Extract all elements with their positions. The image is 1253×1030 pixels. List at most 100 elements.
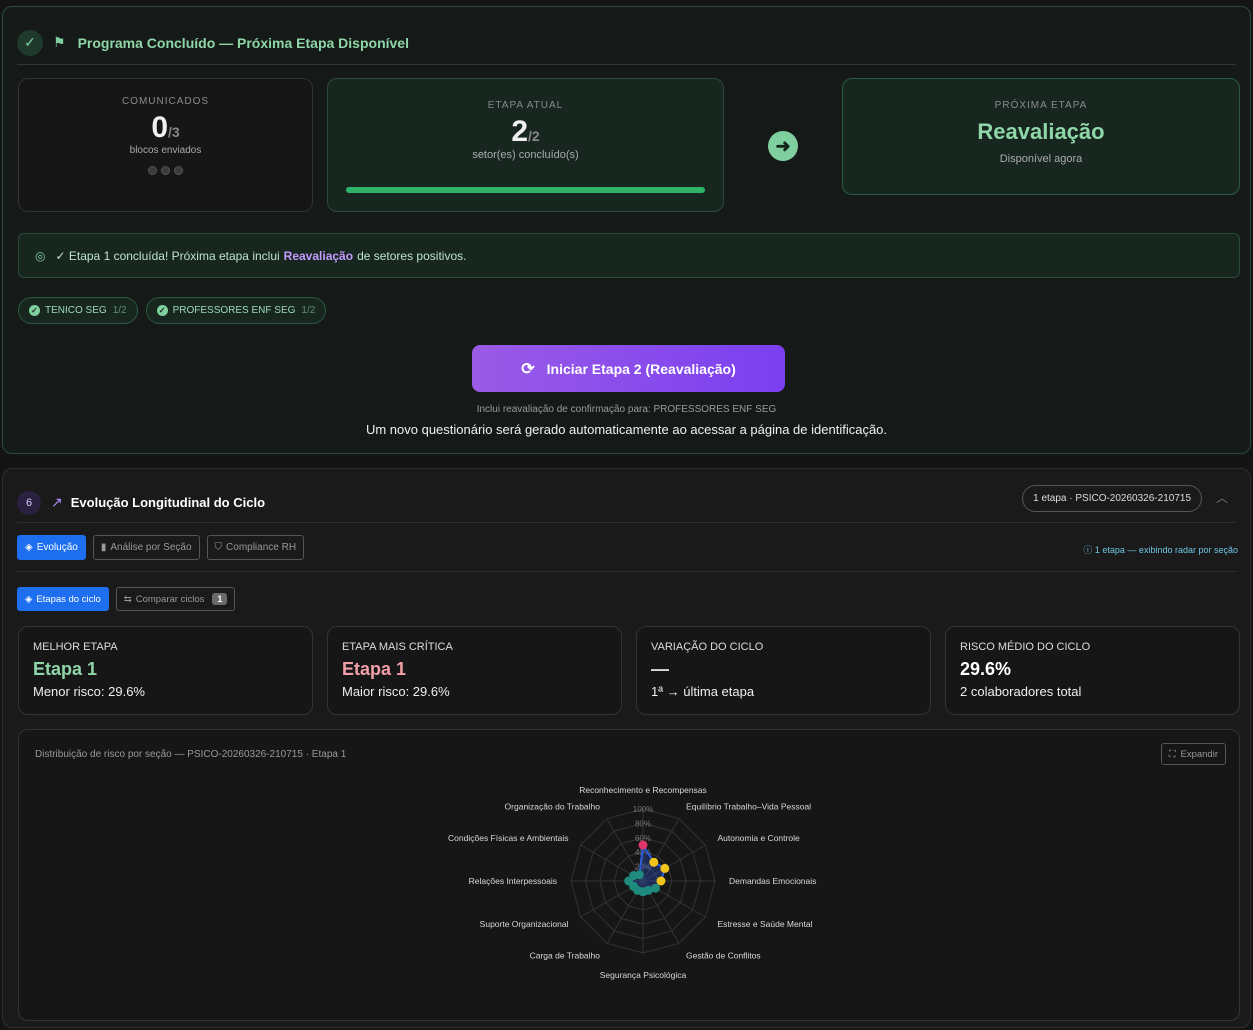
- stat-value: Etapa 1: [33, 659, 98, 679]
- stat-variacao-ciclo: VARIAÇÃO DO CICLO — 1ª → última etapa: [636, 626, 931, 715]
- radar-axis-label: Condições Físicas e Ambientais: [448, 833, 568, 843]
- comunicados-sub: blocos enviados: [129, 145, 202, 156]
- dot: [148, 166, 157, 175]
- layers-icon: ◈: [25, 542, 33, 553]
- divider: [17, 571, 1236, 572]
- dot: [161, 166, 170, 175]
- chevron-up-icon[interactable]: ︿: [1216, 489, 1228, 506]
- check-circle-icon: ◎: [35, 248, 46, 263]
- radar-axis-label: Suporte Organizacional: [480, 919, 569, 929]
- radar-tick-label: 100%: [633, 805, 653, 814]
- check-icon: ✓: [156, 305, 168, 316]
- radar-point: [649, 857, 659, 867]
- stat-sub: Menor risco: 29.6%: [33, 684, 145, 699]
- notice-highlight: Reavaliação: [283, 248, 354, 263]
- etapa-atual-sub: setor(es) concluído(s): [472, 149, 579, 161]
- layers-icon: ◈: [25, 593, 33, 605]
- radar-point: [660, 863, 670, 873]
- chip-label: TENICO SEG: [45, 305, 107, 316]
- radar-axis-label: Equilíbrio Trabalho–Vida Pessoal: [686, 802, 811, 812]
- radar-chart-card: Distribuição de risco por seção — PSICO-…: [18, 729, 1240, 1021]
- section-header[interactable]: 6 ↗ Evolução Longitudinal do Ciclo 1 eta…: [17, 483, 1236, 523]
- program-status-panel: ✓ ⚑ Programa Concluído — Próxima Etapa D…: [2, 6, 1251, 454]
- refresh-icon: ⟳: [521, 360, 535, 378]
- stat-sub: 1ª → última etapa: [651, 684, 755, 699]
- flag-icon: ⚑: [53, 34, 66, 50]
- radar-axis-label: Segurança Psicológica: [600, 970, 687, 980]
- tab-label: Compliance RH: [226, 542, 297, 553]
- radar-axis-label: Carga de Trabalho: [530, 950, 601, 960]
- comunicados-label: COMUNICADOS: [121, 96, 210, 107]
- check-icon: ✓: [17, 29, 43, 56]
- radar-axis-label: Autonomia e Controle: [717, 833, 799, 843]
- tab-compliance-rh[interactable]: ⛉ Compliance RH: [206, 535, 305, 560]
- check-icon: ✓: [29, 305, 40, 316]
- radar-axis-label: Demandas Emocionais: [729, 876, 816, 886]
- etapa-total: /2: [528, 128, 540, 144]
- sub-tabs: ◈ Etapas do ciclo ⇆ Comparar ciclos 1: [17, 587, 236, 611]
- bar-chart-icon: ▮: [100, 542, 107, 553]
- tab-etapas-ciclo[interactable]: ◈ Etapas do ciclo: [17, 587, 109, 611]
- info-text: 1 etapa — exibindo radar por seção: [1094, 545, 1238, 555]
- sector-chip: ✓ TENICO SEG 1/2: [18, 297, 138, 324]
- stat-title: MELHOR ETAPA: [33, 641, 118, 653]
- view-tabs: ◈ Evolução ▮ Análise por Seção ⛉ Compliance…: [17, 535, 305, 560]
- section-title: Evolução Longitudinal do Ciclo: [70, 495, 266, 510]
- chip-fraction: 1/2: [112, 305, 127, 316]
- etapa-count: 2: [511, 115, 528, 148]
- etapa-atual-value: 2/2: [328, 115, 723, 149]
- radar-point: [656, 876, 666, 886]
- info-icon: ⓘ: [1083, 545, 1095, 555]
- chip-fraction: 1/2: [301, 305, 316, 316]
- etapa-badge: 1 etapa · PSICO-20260326-210715: [1022, 485, 1202, 512]
- radar-tick-label: 80%: [635, 819, 651, 828]
- tab-label: Evolução: [36, 542, 78, 553]
- radar-info: ⓘ 1 etapa — exibindo radar por seção: [1083, 543, 1238, 556]
- dot: [174, 166, 183, 175]
- arrow-right-icon[interactable]: ➜: [768, 131, 798, 161]
- radar-point: [638, 840, 648, 850]
- stat-value: Etapa 1: [342, 659, 407, 679]
- progress-fill: [346, 187, 705, 193]
- radar-axis-label: Relações Interpessoais: [469, 876, 557, 886]
- start-etapa-button[interactable]: ⟳ Iniciar Etapa 2 (Reavaliação): [472, 345, 785, 392]
- etapa-progress-bar: [346, 187, 705, 193]
- comunicados-value: 0/3: [19, 111, 312, 145]
- proxima-title: Reavaliação: [977, 119, 1105, 144]
- etapa-atual-label: ETAPA ATUAL: [487, 100, 564, 111]
- subtab-label: Etapas do ciclo: [36, 593, 101, 605]
- radar-axis-label: Organização do Trabalho: [505, 802, 601, 812]
- sector-chips: ✓ TENICO SEG 1/2 ✓ PROFESSORES ENF SEG 1…: [18, 297, 327, 324]
- notice-suffix: de setores positivos.: [357, 248, 467, 263]
- comunicados-card: COMUNICADOS 0/3 blocos enviados: [18, 78, 313, 212]
- count-badge: 1: [212, 593, 228, 605]
- stat-title: VARIAÇÃO DO CICLO: [651, 641, 764, 653]
- radar-chart: 20%40%60%80%100%Reconhecimento e Recompe…: [448, 785, 816, 980]
- evolucao-panel: 6 ↗ Evolução Longitudinal do Ciclo 1 eta…: [2, 468, 1251, 1028]
- tab-comparar-ciclos[interactable]: ⇆ Comparar ciclos 1: [115, 587, 236, 611]
- stat-etapa-critica: ETAPA MAIS CRÍTICA Etapa 1 Maior risco: …: [327, 626, 622, 715]
- stat-sub: 2 colaboradores total: [960, 684, 1082, 699]
- section-number: 6: [17, 490, 41, 515]
- panel-header: ✓ ⚑ Programa Concluído — Próxima Etapa D…: [17, 21, 1236, 65]
- proxima-label: PRÓXIMA ETAPA: [994, 100, 1088, 111]
- comunicados-count: 0: [151, 111, 168, 144]
- proxima-etapa-card: PRÓXIMA ETAPA Reavaliação Disponível ago…: [842, 78, 1240, 195]
- stat-melhor-etapa: MELHOR ETAPA Etapa 1 Menor risco: 29.6%: [18, 626, 313, 715]
- radar-axis-label: Reconhecimento e Recompensas: [579, 785, 707, 795]
- compare-icon: ⇆: [123, 593, 132, 605]
- tab-label: Análise por Seção: [110, 542, 192, 553]
- subtab-label: Comparar ciclos: [135, 593, 205, 605]
- stat-sub: Maior risco: 29.6%: [342, 684, 450, 699]
- sector-chip: ✓ PROFESSORES ENF SEG 1/2: [145, 297, 327, 324]
- comunicados-dots: [19, 166, 312, 175]
- start-button-label: Iniciar Etapa 2 (Reavaliação): [546, 360, 736, 377]
- tab-evolucao[interactable]: ◈ Evolução: [17, 535, 86, 560]
- novo-questionario-text: Um novo questionário será gerado automat…: [365, 422, 888, 437]
- notice-prefix: ✓ Etapa 1 concluída! Próxima etapa inclu…: [55, 248, 280, 263]
- comunicados-total: /3: [168, 124, 180, 140]
- completion-notice: ◎ ✓ Etapa 1 concluída! Próxima etapa inc…: [18, 233, 1240, 278]
- radar-axis-label: Estresse e Saúde Mental: [717, 919, 812, 929]
- stat-title: ETAPA MAIS CRÍTICA: [342, 641, 453, 653]
- tab-analise-secao[interactable]: ▮ Análise por Seção: [92, 535, 200, 560]
